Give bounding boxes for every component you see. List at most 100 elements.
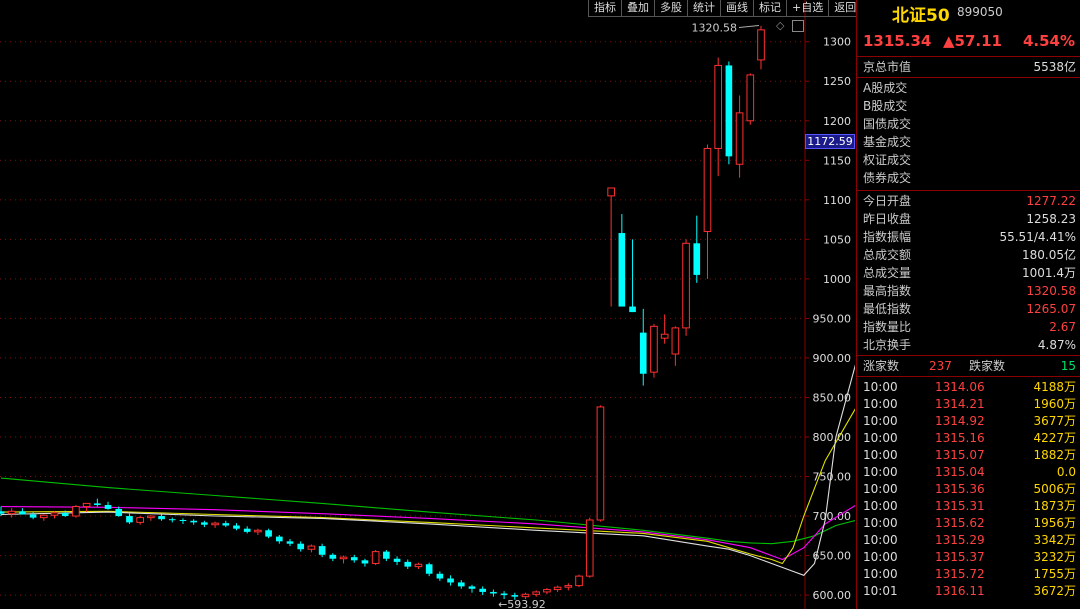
index-header: 北证50 899050 <box>857 0 1080 28</box>
tick-row: 10:00 1315.72 1755万 <box>857 566 1080 583</box>
candle-body <box>243 528 251 532</box>
stat-row: 北京换手 4.87% <box>857 336 1080 354</box>
tick-trade-list[interactable]: 10:00 1314.06 4188万 10:00 1314.21 1960万 10:00 1… <box>857 377 1080 600</box>
candle-body <box>350 557 358 561</box>
candle-body <box>371 551 380 564</box>
stat-label: 今日开盘 <box>863 194 912 208</box>
candle-body <box>361 560 369 564</box>
candle-body <box>746 74 755 122</box>
quote-summary: 1315.34 ▲57.11 4.54% <box>857 28 1080 57</box>
tick-price: 1315.04 <box>935 465 985 479</box>
tick-volume: 1960万 <box>1033 397 1076 411</box>
tick-time: 10:00 <box>863 533 898 547</box>
stat-row: 昨日收盘 1258.23 <box>857 210 1080 228</box>
candle-body <box>650 325 658 373</box>
candle-body <box>468 586 476 589</box>
candle-body <box>339 556 348 560</box>
candle-body <box>447 578 454 583</box>
stat-row: 总成交额 180.05亿 <box>857 246 1080 264</box>
candle-body <box>318 546 326 555</box>
checkbox-icon[interactable] <box>792 20 804 32</box>
volume-label: A股成交 <box>863 81 908 95</box>
down-count: 15 <box>1060 359 1076 373</box>
tick-price: 1315.07 <box>935 448 985 462</box>
stat-value: 1001.4万 <box>1022 266 1076 280</box>
candle-body <box>693 243 701 275</box>
volume-label: B股成交 <box>863 99 908 113</box>
candle-body <box>543 589 551 593</box>
y-tick-label: 1150 <box>823 154 851 167</box>
candle-body <box>436 573 444 579</box>
candle-body <box>714 64 723 149</box>
candle-body <box>671 327 680 355</box>
tick-price: 1315.62 <box>935 516 985 530</box>
stat-value: 2.67 <box>1049 320 1076 334</box>
price-change-pct: 4.54% <box>1022 32 1075 50</box>
candle-body <box>404 561 412 567</box>
candle-body <box>511 595 519 597</box>
candle-body <box>607 187 615 197</box>
volume-row: 国债成交 <box>857 115 1080 133</box>
candle-body <box>307 545 316 550</box>
toolbar-button[interactable]: 多股 <box>654 0 687 17</box>
toolbar-button[interactable]: 标记 <box>753 0 786 17</box>
tick-volume: 1956万 <box>1033 516 1076 530</box>
tick-row: 10:00 1315.31 1873万 <box>857 498 1080 515</box>
toolbar-button[interactable]: 指标 <box>588 0 621 17</box>
tick-price: 1315.29 <box>935 533 985 547</box>
candle-body <box>179 519 187 521</box>
tick-row: 10:00 1314.21 1960万 <box>857 396 1080 413</box>
candle-body <box>457 582 465 587</box>
market-cap-value: 5538亿 <box>1033 60 1076 74</box>
candle-body <box>393 558 401 562</box>
tick-volume: 3672万 <box>1033 584 1076 598</box>
tick-volume: 3232万 <box>1033 550 1076 564</box>
breadth-row: 涨家数 237 跌家数 15 <box>857 356 1080 377</box>
volume-row: 债券成交 <box>857 169 1080 187</box>
stat-row: 最低指数 1265.07 <box>857 300 1080 318</box>
diamond-icon[interactable]: ◇ <box>776 19 784 32</box>
tick-time: 10:00 <box>863 499 898 513</box>
y-tick-label: 600.00 <box>813 589 852 602</box>
stat-row: 指数量比 2.67 <box>857 318 1080 336</box>
y-tick-label: 1300 <box>823 36 851 49</box>
candle-body <box>414 563 423 568</box>
tick-time: 10:00 <box>863 482 898 496</box>
tick-volume: 3342万 <box>1033 533 1076 547</box>
kline-chart[interactable]: 600.00650.00700.00750.00800.00850.00900.… <box>0 0 855 609</box>
candle-body <box>297 543 305 550</box>
tick-row: 10:00 1315.07 1882万 <box>857 447 1080 464</box>
toolbar-button[interactable]: 统计 <box>687 0 720 17</box>
tick-row: 10:00 1315.16 4227万 <box>857 430 1080 447</box>
tick-time: 10:00 <box>863 516 898 530</box>
index-name: 北证50 <box>892 6 950 26</box>
candle-body <box>211 522 219 526</box>
toolbar-button[interactable]: 叠加 <box>621 0 654 17</box>
candle-body <box>500 593 508 596</box>
toolbar-button[interactable]: 画线 <box>720 0 753 17</box>
market-cap-label: 京总市值 <box>863 60 912 74</box>
stat-label: 北京换手 <box>863 338 912 352</box>
stat-label: 昨日收盘 <box>863 212 912 226</box>
candle-body <box>126 516 133 523</box>
tick-row: 10:00 1314.06 4188万 <box>857 379 1080 396</box>
stat-row: 指数振幅 55.51/4.41% <box>857 228 1080 246</box>
tick-price: 1316.11 <box>935 584 985 598</box>
candle-body <box>168 519 176 521</box>
toolbar-button[interactable]: +自选 <box>786 0 829 17</box>
volume-breakdown: A股成交 B股成交 国债成交 基金成交 权证成交 债券成交 <box>857 78 1080 191</box>
tick-price: 1314.92 <box>935 414 985 428</box>
tick-price: 1315.37 <box>935 550 985 564</box>
tick-volume: 0.0 <box>1056 465 1076 479</box>
candle-body <box>596 406 605 521</box>
candle-body <box>201 522 208 525</box>
candle-body <box>585 519 594 577</box>
stat-value: 55.51/4.41% <box>999 230 1076 244</box>
y-tick-label: 900.00 <box>813 352 852 365</box>
stat-row: 最高指数 1320.58 <box>857 282 1080 300</box>
candle-body <box>50 512 59 516</box>
candle-body <box>147 515 155 519</box>
kline-chart-area[interactable]: 600.00 650.00 700.00 750.00 800.00 850.00 900.… <box>0 0 862 609</box>
volume-label: 基金成交 <box>863 135 912 149</box>
volume-label: 国债成交 <box>863 117 912 131</box>
